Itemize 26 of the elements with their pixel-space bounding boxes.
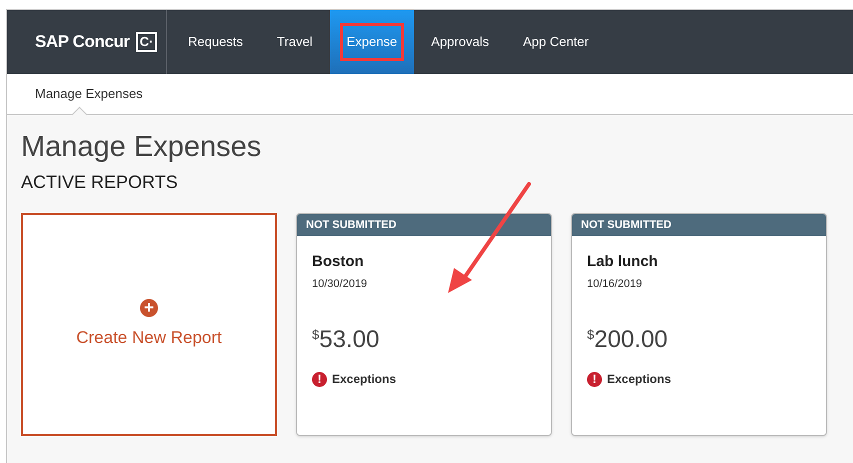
- nav-tab[interactable]: App Center: [518, 26, 593, 58]
- nav-tab[interactable]: Travel: [272, 26, 317, 58]
- subnav-tab[interactable]: Manage Expenses: [29, 74, 149, 114]
- report-amount: $200.00: [587, 325, 669, 355]
- report-card[interactable]: NOT SUBMITTED Lab lunch 10/16/2019 $200.00 ! Exceptions: [571, 213, 827, 436]
- status-header: NOT SUBMITTED: [572, 214, 826, 236]
- report-date: 10/30/2019: [312, 276, 368, 292]
- report-name: Lab lunch: [587, 252, 659, 272]
- report-amount: $53.00: [312, 325, 380, 355]
- report-date: 10/16/2019: [587, 276, 644, 292]
- nav-tab[interactable]: Requests: [184, 26, 247, 58]
- brand-logo[interactable]: SAP Concur: [35, 29, 130, 55]
- brand-mark: C·: [136, 32, 158, 52]
- report-card[interactable]: NOT SUBMITTED Boston 10/30/2019 $53.00 ! Exceptions: [296, 213, 552, 436]
- nav-tab[interactable]: Approvals: [427, 26, 493, 58]
- create-report-card[interactable]: + Create New Report: [21, 213, 277, 436]
- plus-icon: +: [140, 298, 158, 317]
- exceptions-label: Exceptions: [332, 371, 396, 388]
- exceptions-label: Exceptions: [607, 371, 672, 388]
- alert-icon: !: [587, 372, 602, 386]
- report-name: Boston: [312, 252, 365, 272]
- create-report-label: Create New Report: [76, 326, 222, 349]
- alert-icon: !: [312, 372, 327, 386]
- section-title: ACTIVE REPORTS: [21, 171, 179, 194]
- status-header: NOT SUBMITTED: [297, 214, 551, 236]
- page-title: Manage Expenses: [21, 130, 262, 165]
